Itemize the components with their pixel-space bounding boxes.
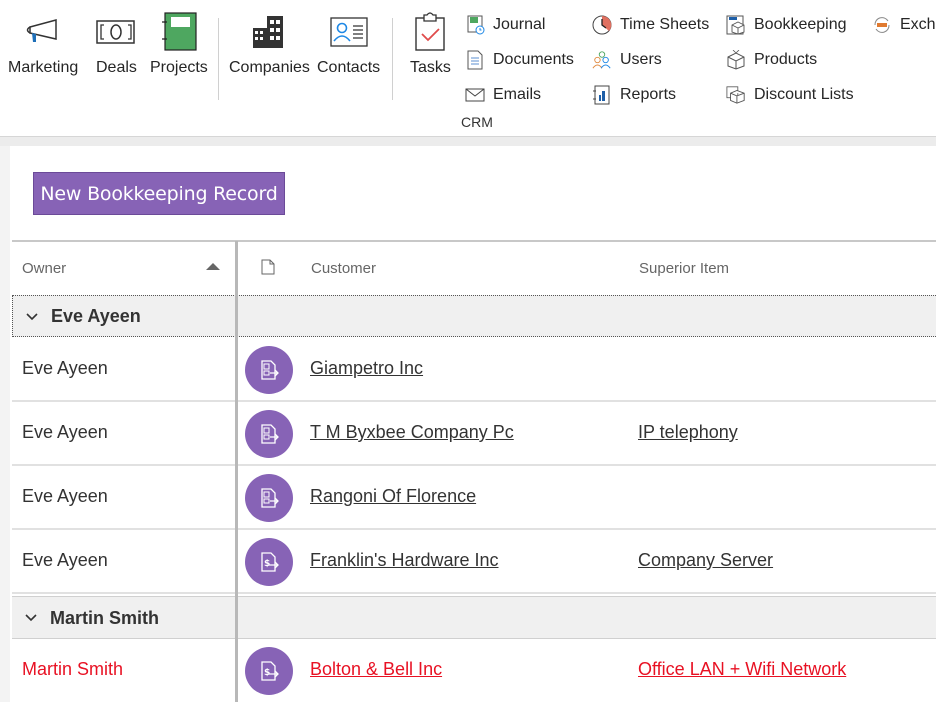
column-header-document[interactable] [261, 242, 275, 295]
column-header-superior-item-label: Superior Item [639, 260, 730, 277]
chevron-down-icon[interactable] [25, 310, 39, 324]
column-header-owner[interactable]: Owner [22, 242, 66, 295]
users-icon [592, 50, 612, 70]
ribbon-users-button[interactable]: Users [592, 48, 662, 72]
ribbon-emails-button[interactable]: Emails [465, 83, 541, 107]
ribbon-contacts-label: Contacts [317, 59, 381, 76]
svg-text:$: $ [264, 668, 270, 678]
document-icon [465, 50, 485, 70]
new-bookkeeping-record-button[interactable]: New Bookkeeping Record [33, 172, 285, 215]
ribbon-projects-button[interactable]: Projects [150, 12, 208, 77]
svg-text:$: $ [264, 559, 270, 569]
owner-cell: Eve Ayeen [22, 422, 108, 442]
report-chart-icon [592, 85, 612, 105]
customer-link[interactable]: Bolton & Bell Inc [310, 659, 442, 680]
clock-icon [592, 15, 612, 35]
customer-link[interactable]: T M Byxbee Company Pc [310, 422, 514, 443]
ribbon-users-label: Users [620, 51, 662, 68]
ribbon-deals-label: Deals [96, 59, 137, 76]
document-transfer-icon[interactable] [245, 410, 293, 458]
ribbon-reports-label: Reports [620, 86, 677, 103]
ribbon-products-button[interactable]: Products [726, 48, 817, 72]
column-header-superior-item[interactable]: Superior Item [639, 242, 729, 295]
ribbon-time-sheets-button[interactable]: Time Sheets [592, 13, 709, 37]
grid-top-border [12, 240, 936, 242]
group-title: Eve Ayeen [51, 306, 141, 326]
document-icon [261, 259, 275, 279]
box-icon [726, 50, 746, 70]
ribbon-companies-button[interactable]: Companies [229, 12, 310, 77]
ribbon-group-label: CRM [461, 114, 493, 130]
ribbon-bookkeeping-label: Bookkeeping [754, 16, 847, 33]
table-row[interactable]: Martin Smith $ Bolton & Bell Inc Office … [12, 639, 936, 702]
superior-item-link[interactable]: Office LAN + Wifi Network [638, 659, 846, 680]
ribbon-marketing-button[interactable]: Marketing [8, 12, 78, 77]
ribbon-discount-lists-button[interactable]: Discount Lists [726, 83, 854, 107]
ribbon-contacts-button[interactable]: Contacts [317, 12, 380, 77]
table-row[interactable]: Eve Ayeen T M Byxbee Company Pc IP telep… [12, 402, 936, 466]
document-transfer-icon[interactable] [245, 474, 293, 522]
group-row-martin-smith[interactable]: Martin Smith [12, 596, 936, 639]
ribbon-documents-label: Documents [493, 51, 574, 68]
ribbon-emails-label: Emails [493, 86, 542, 103]
bookkeeping-box-icon [726, 15, 746, 35]
ribbon-tasks-button[interactable]: Tasks [410, 12, 451, 77]
owner-cell: Eve Ayeen [22, 486, 108, 506]
ribbon: Marketing Deals Projects Companies Conta… [0, 0, 936, 137]
ribbon-companies-label: Companies [229, 59, 310, 76]
table-row[interactable]: Eve Ayeen Rangoni Of Florence [12, 466, 936, 530]
ribbon-shadow [0, 137, 936, 146]
group-row-eve-ayeen[interactable]: Eve Ayeen [12, 295, 936, 337]
superior-item-link[interactable]: IP telephony [638, 422, 738, 443]
ribbon-separator [392, 18, 393, 100]
project-notebook-icon [159, 12, 199, 52]
deal-bracket-icon [96, 12, 136, 52]
table-row[interactable]: Eve Ayeen Giampetro Inc [12, 338, 936, 402]
discount-boxes-icon [726, 85, 746, 105]
group-title: Martin Smith [50, 608, 160, 628]
owner-cell: Martin Smith [22, 659, 124, 679]
ribbon-projects-label: Projects [150, 59, 208, 76]
customer-link[interactable]: Franklin's Hardware Inc [310, 550, 499, 571]
owner-cell: Eve Ayeen [22, 358, 108, 378]
invoice-dollar-icon[interactable]: $ [245, 538, 293, 586]
envelope-icon [465, 85, 485, 105]
customer-link[interactable]: Rangoni Of Florence [310, 486, 476, 507]
ribbon-separator [218, 18, 219, 100]
megaphone-icon [23, 12, 63, 52]
left-gutter [0, 146, 10, 702]
superior-item-link[interactable]: Company Server [638, 550, 773, 571]
ribbon-journal-label: Journal [493, 16, 546, 33]
ribbon-exchange-label: Excha [900, 16, 936, 33]
column-header-owner-label: Owner [22, 260, 67, 277]
ribbon-time-sheets-label: Time Sheets [620, 16, 710, 33]
ribbon-products-label: Products [754, 51, 818, 68]
ribbon-deals-button[interactable]: Deals [96, 12, 137, 77]
chevron-down-icon[interactable] [24, 611, 38, 625]
customer-link[interactable]: Giampetro Inc [310, 358, 423, 379]
ribbon-documents-button[interactable]: Documents [465, 48, 574, 72]
sort-ascending-icon[interactable] [206, 263, 220, 270]
exchange-icon [872, 15, 892, 35]
clipboard-check-icon [410, 12, 450, 52]
ribbon-tasks-label: Tasks [410, 59, 451, 76]
column-header-customer-label: Customer [311, 260, 377, 277]
column-header-customer[interactable]: Customer [311, 242, 376, 295]
ribbon-discount-lists-label: Discount Lists [754, 86, 854, 103]
table-row[interactable]: Eve Ayeen $ Franklin's Hardware Inc Comp… [12, 530, 936, 594]
owner-cell: Eve Ayeen [22, 550, 108, 570]
ribbon-bookkeeping-button[interactable]: Bookkeeping [726, 13, 847, 37]
buildings-icon [249, 12, 289, 52]
invoice-dollar-icon[interactable]: $ [245, 647, 293, 695]
journal-icon [465, 15, 485, 35]
ribbon-marketing-label: Marketing [8, 59, 79, 76]
ribbon-journal-button[interactable]: Journal [465, 13, 545, 37]
contact-card-icon [329, 12, 369, 52]
column-resize-handle[interactable] [235, 241, 238, 702]
document-transfer-icon[interactable] [245, 346, 293, 394]
ribbon-reports-button[interactable]: Reports [592, 83, 676, 107]
ribbon-exchange-button[interactable]: Excha [872, 13, 936, 37]
